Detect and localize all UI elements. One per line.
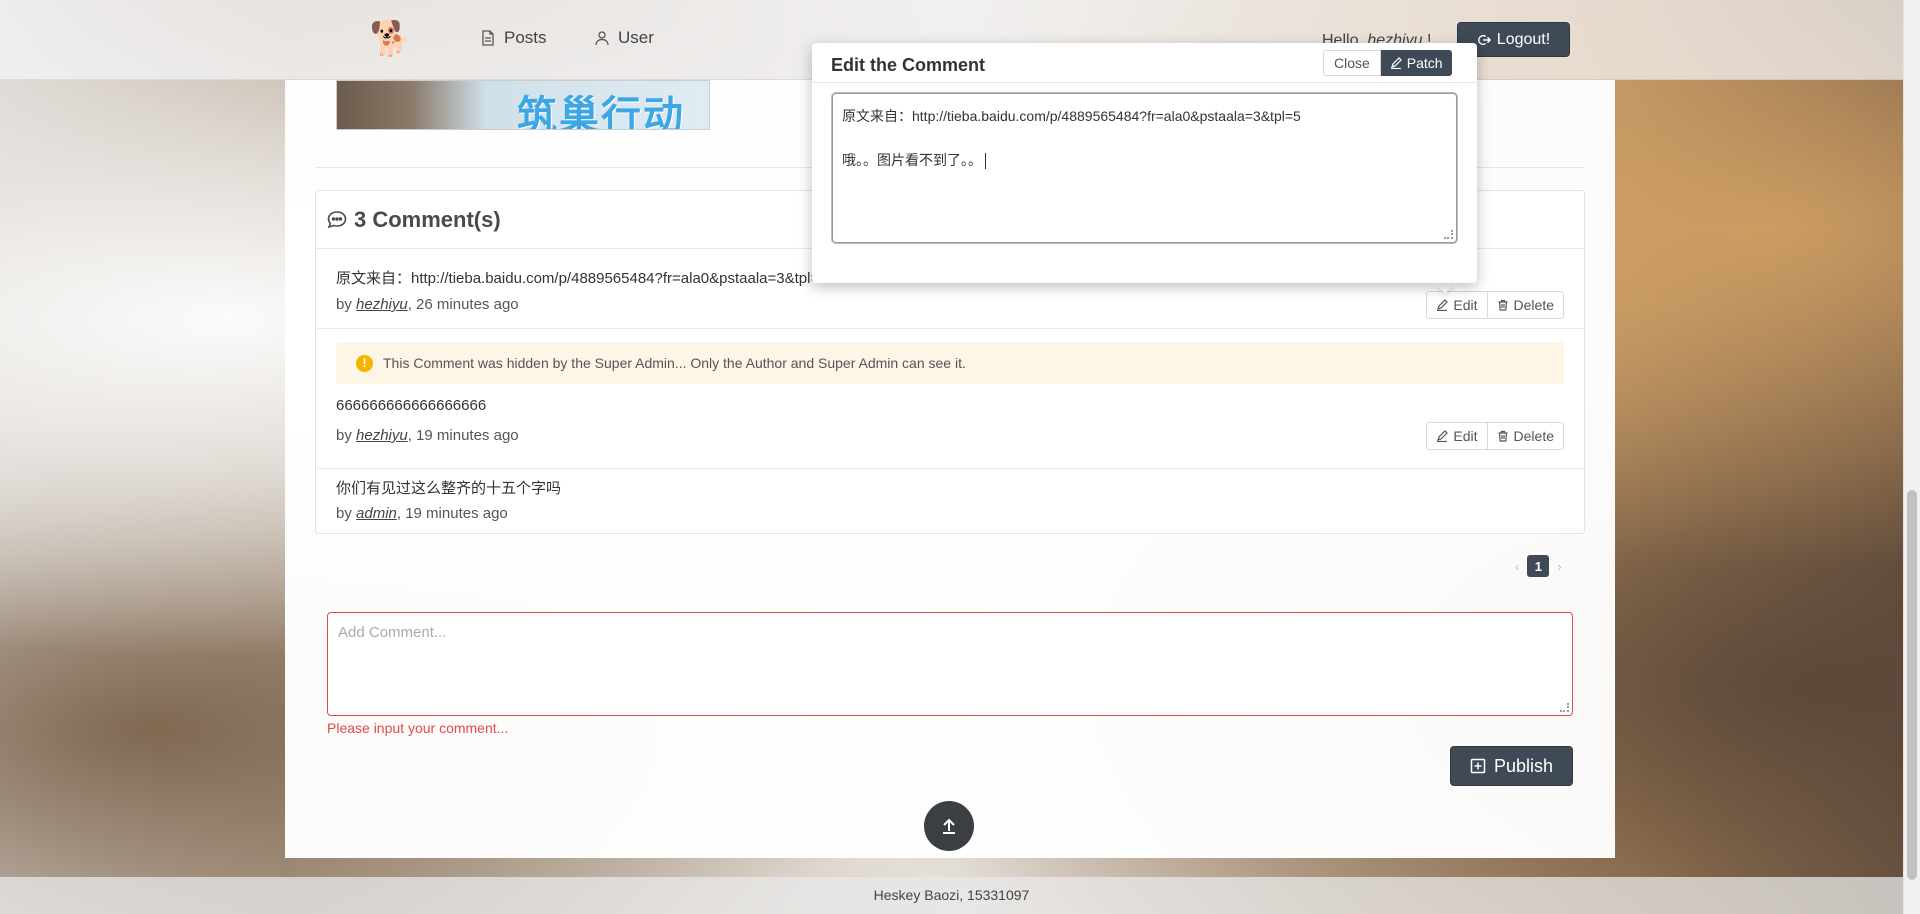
edit-line-3-text: 哦。。图片看不到了。。 [842, 152, 982, 168]
banner-text: 筑巢行动 [517, 93, 685, 130]
user-icon [595, 31, 609, 46]
nav-user-label: User [618, 28, 654, 47]
edit-line-2 [842, 127, 1447, 149]
prev-page-button[interactable]: ‹ [1515, 559, 1519, 574]
close-button[interactable]: Close [1323, 50, 1381, 76]
comment-text: 666666666666666666 [336, 397, 487, 414]
logout-icon [1477, 34, 1491, 45]
nav-user[interactable]: User [594, 28, 654, 48]
delete-button[interactable]: Delete [1486, 292, 1563, 318]
modal-title: Edit the Comment [831, 55, 986, 75]
add-comment-placeholder: Add Comment... [338, 624, 447, 641]
comment-author-link[interactable]: hezhiyu [356, 427, 408, 444]
edit-comment-popover: Edit the Comment Close Patch 原文来自：http:/… [812, 43, 1477, 283]
comment-time: , 19 minutes ago [407, 427, 519, 444]
comment-meta: by admin, 19 minutes ago [336, 505, 508, 522]
arrow-up-icon [943, 818, 955, 834]
pagination: ‹ 1 › [1515, 555, 1562, 577]
next-page-button[interactable]: › [1557, 559, 1561, 574]
publish-label: Publish [1493, 755, 1554, 776]
edit-button[interactable]: Edit [1427, 423, 1486, 449]
patch-button[interactable]: Patch [1380, 50, 1452, 76]
comment-time: , 19 minutes ago [396, 505, 508, 522]
trash-icon [1498, 430, 1508, 442]
comments-count-title: 3 Comment(s) [354, 206, 501, 232]
publish-button[interactable]: Publish [1450, 746, 1573, 786]
comment-actions: Edit Delete [1426, 422, 1564, 450]
footer-text: Heskey Baozi, 15331097 [873, 887, 1030, 903]
edit-line-1: 原文来自：http://tieba.baidu.com/p/4889565484… [842, 108, 1301, 124]
comment-meta: by hezhiyu, 26 minutes ago [336, 296, 519, 313]
comment-meta: by hezhiyu, 19 minutes ago [336, 427, 519, 444]
edit-label: Edit [1453, 297, 1478, 313]
page-1-button[interactable]: 1 [1527, 555, 1550, 577]
add-comment-textarea[interactable]: Add Comment... [327, 612, 1573, 716]
comment-actions: Edit Delete [1426, 291, 1564, 319]
nav-posts[interactable]: Posts [480, 28, 547, 48]
logout-label: Logout! [1496, 30, 1551, 48]
modal-divider [812, 82, 1477, 83]
edit-button[interactable]: Edit [1427, 292, 1486, 318]
back-to-top-button[interactable] [924, 801, 974, 851]
warning-text: This Comment was hidden by the Super Adm… [383, 355, 966, 371]
scrollbar-thumb[interactable] [1907, 490, 1917, 880]
trash-icon [1498, 299, 1508, 311]
resize-handle-icon[interactable] [1560, 703, 1569, 712]
edit-line-3: 哦。。图片看不到了。。 [842, 149, 1447, 171]
comment-icon [327, 210, 347, 228]
nav-posts-label: Posts [504, 28, 547, 47]
by-label: by [336, 296, 357, 313]
dog-logo-icon[interactable]: 🐕 [369, 20, 413, 58]
exclamation-icon: ! [356, 354, 373, 372]
document-icon [482, 30, 494, 46]
post-image: 筑巢行动 [336, 80, 710, 130]
comment-author-link[interactable]: admin [356, 505, 397, 522]
delete-label: Delete [1513, 297, 1554, 313]
pencil-icon [1437, 299, 1449, 311]
text-caret [985, 153, 986, 170]
footer: Heskey Baozi, 15331097 [0, 877, 1903, 914]
comment-error-message: Please input your comment... [327, 720, 509, 736]
delete-label: Delete [1513, 428, 1554, 444]
page-scrollbar[interactable] [1903, 0, 1920, 914]
comment-text: 你们有见过这么整齐的十五个字吗 [336, 480, 562, 497]
modal-actions: Close Patch [1323, 50, 1452, 76]
comment-time: , 26 minutes ago [407, 296, 519, 313]
edit-label: Edit [1453, 428, 1478, 444]
by-label: by [336, 427, 357, 444]
hidden-comment-warning: ! This Comment was hidden by the Super A… [336, 342, 1564, 384]
comment-item: 666666666666666666 by hezhiyu, 19 minute… [316, 387, 1584, 469]
delete-button[interactable]: Delete [1486, 423, 1563, 449]
comment-author-link[interactable]: hezhiyu [356, 296, 408, 313]
pencil-icon [1437, 430, 1449, 442]
resize-handle-icon[interactable] [1444, 230, 1453, 239]
plus-square-icon [1470, 758, 1486, 774]
close-label: Close [1334, 55, 1370, 71]
edit-comment-textarea[interactable]: 原文来自：http://tieba.baidu.com/p/4889565484… [832, 93, 1457, 243]
comment-text: 原文来自：http://tieba.baidu.com/p/4889565484… [336, 270, 828, 287]
by-label: by [336, 505, 357, 522]
comment-item: 你们有见过这么整齐的十五个字吗 by admin, 19 minutes ago [316, 469, 1584, 533]
pencil-icon [1390, 57, 1402, 69]
patch-label: Patch [1406, 55, 1443, 71]
